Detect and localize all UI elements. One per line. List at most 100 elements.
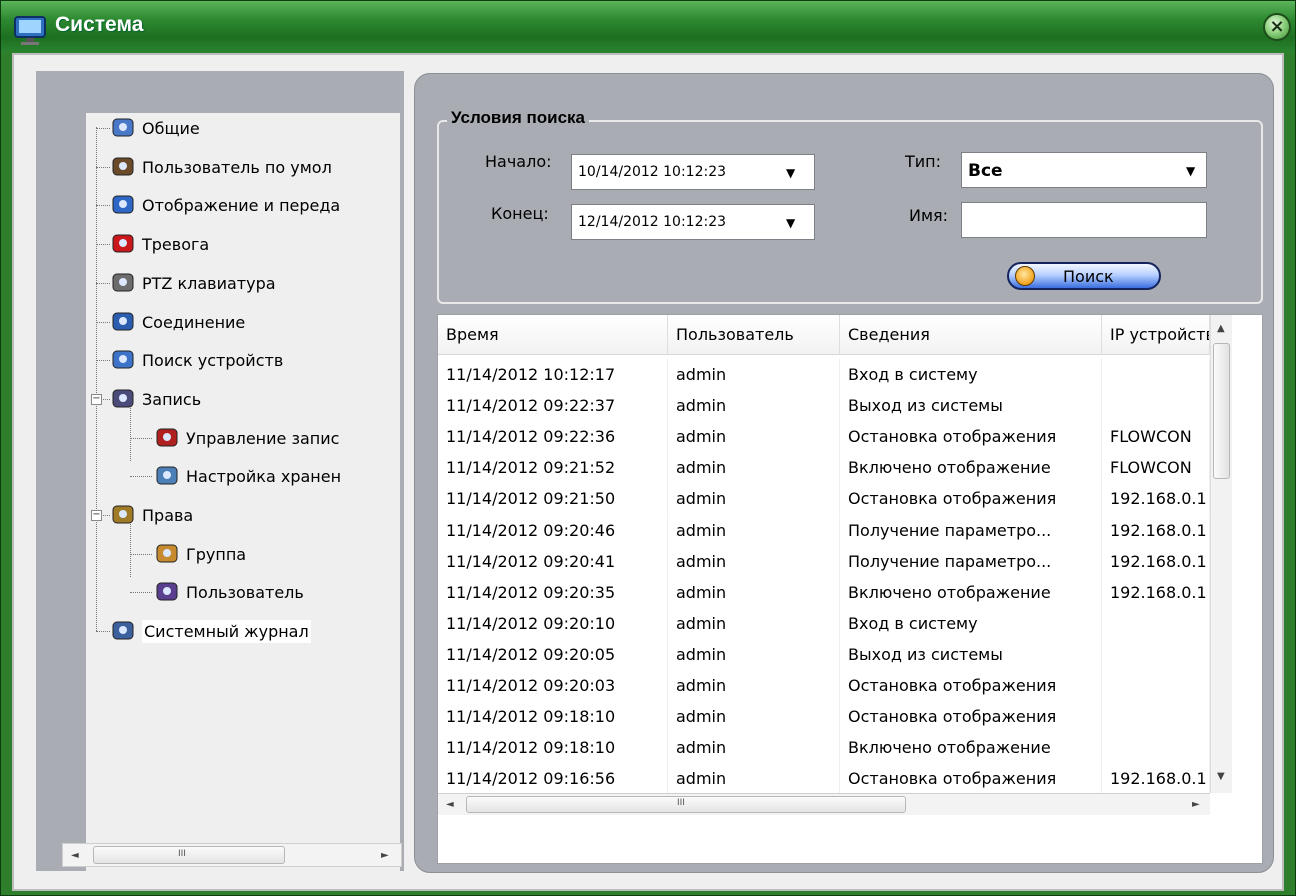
tree-connector xyxy=(130,554,152,555)
table-row[interactable]: 11/14/2012 09:20:35 admin Включено отображ… xyxy=(438,576,1210,608)
table-row[interactable]: 11/14/2012 09:22:37 admin Выход из системы xyxy=(438,390,1210,422)
table-cell: 11/14/2012 09:20:05 xyxy=(438,638,668,670)
table-cell: admin xyxy=(668,514,840,546)
close-button[interactable]: × xyxy=(1263,13,1291,41)
table-row[interactable]: 11/14/2012 09:18:10 admin Включено отображ… xyxy=(438,732,1210,764)
table-cell: Вход в систему xyxy=(840,359,1102,390)
scroll-left-arrow[interactable]: ◄ xyxy=(446,799,454,810)
tree-connector xyxy=(96,167,110,168)
type-select[interactable]: Все ▼ xyxy=(961,152,1207,188)
tree-item-general-settings[interactable]: Общие xyxy=(110,113,200,143)
table-row[interactable]: 11/14/2012 09:21:50 admin Остановка отобра… xyxy=(438,483,1210,515)
table-cell: admin xyxy=(668,421,840,453)
column-header[interactable]: IP устройства xyxy=(1102,315,1210,355)
search-button[interactable]: Поиск xyxy=(1007,262,1161,290)
name-label: Имя: xyxy=(909,206,949,225)
scroll-right-arrow[interactable]: ► xyxy=(381,850,389,861)
chevron-down-icon: ▼ xyxy=(786,166,796,180)
tree-item-group[interactable]: Группа xyxy=(154,539,246,569)
table-row[interactable]: 11/14/2012 09:20:05 admin Выход из системы xyxy=(438,638,1210,670)
column-header[interactable]: Сведения xyxy=(840,315,1102,355)
tree-horizontal-scrollbar[interactable]: ◄ III ► xyxy=(62,843,402,867)
title-bar[interactable]: Система × xyxy=(1,1,1295,53)
table-row[interactable]: 11/14/2012 10:12:17 admin Вход в систему xyxy=(438,359,1210,390)
log-table-vertical-scrollbar[interactable]: ▲ ▼ xyxy=(1210,315,1232,793)
table-row[interactable]: 11/14/2012 09:18:10 admin Остановка отобра… xyxy=(438,701,1210,733)
table-row[interactable]: 11/14/2012 09:16:56 admin Остановка отобра… xyxy=(438,763,1210,795)
table-cell xyxy=(1102,390,1210,422)
tree-item-default-user[interactable]: Пользователь по умол xyxy=(110,152,332,182)
table-row[interactable]: 11/14/2012 09:20:10 admin Вход в систему xyxy=(438,607,1210,639)
tree-item-label: Отображение и переда xyxy=(142,195,341,215)
scroll-down-arrow[interactable]: ▼ xyxy=(1217,771,1225,782)
log-panel: Условия поиска Начало: 10/14/2012 10:12:… xyxy=(414,73,1274,873)
table-row[interactable]: 11/14/2012 09:20:41 admin Получение параме… xyxy=(438,545,1210,577)
table-row[interactable]: 11/14/2012 09:22:36 admin Остановка отобра… xyxy=(438,421,1210,453)
horizontal-scroll-thumb[interactable]: III xyxy=(466,796,906,813)
column-header[interactable]: Время xyxy=(438,315,668,355)
table-cell: 192.168.0.1 xyxy=(1102,763,1210,795)
settings-tree-panel: Общие Пользователь по умол Отображение и п… xyxy=(36,71,404,877)
tree-item-label: Общие xyxy=(142,118,200,138)
table-row[interactable]: 11/14/2012 09:20:46 admin Получение параме… xyxy=(438,514,1210,546)
end-date-value: 12/14/2012 10:12:23 xyxy=(578,214,727,230)
start-label: Начало: xyxy=(485,152,552,171)
tree-item-alarm[interactable]: Тревога xyxy=(110,229,209,259)
system-window: Система × Общие Пользователь по умол Отобр… xyxy=(0,0,1296,896)
tree-connector xyxy=(96,322,110,323)
tree-item-label: Группа xyxy=(186,544,247,564)
table-cell: admin xyxy=(668,545,840,577)
table-cell: Остановка отображения xyxy=(840,421,1102,453)
window-title: Система xyxy=(55,13,144,36)
table-cell: Остановка отображения xyxy=(840,670,1102,701)
device-search-icon xyxy=(112,350,134,369)
log-table-horizontal-scrollbar[interactable]: ◄ III ► xyxy=(438,793,1210,815)
table-cell: 11/14/2012 09:20:35 xyxy=(438,576,668,608)
horizontal-scroll-thumb[interactable]: III xyxy=(93,846,285,864)
monitor-icon xyxy=(14,16,46,45)
table-cell: admin xyxy=(668,638,840,670)
table-cell: admin xyxy=(668,607,840,639)
name-input[interactable] xyxy=(961,202,1207,238)
tree-item-rights[interactable]: Права xyxy=(110,500,193,530)
table-cell: Вход в систему xyxy=(840,607,1102,639)
table-cell: admin xyxy=(668,576,840,608)
table-cell xyxy=(1102,359,1210,390)
type-label: Тип: xyxy=(905,152,942,171)
tree-item-system-log[interactable]: Системный журнал xyxy=(110,616,311,646)
tree-item-connection[interactable]: Соединение xyxy=(110,307,245,337)
tree-item-label: Соединение xyxy=(142,312,246,332)
tree-connector xyxy=(130,592,152,593)
table-cell: Выход из системы xyxy=(840,638,1102,670)
table-row[interactable]: 11/14/2012 09:21:52 admin Включено отображ… xyxy=(438,452,1210,484)
tree-collapse-toggle[interactable]: − xyxy=(91,510,102,521)
table-row[interactable]: 11/14/2012 09:20:03 admin Остановка отобра… xyxy=(438,670,1210,701)
table-cell xyxy=(1102,638,1210,670)
tree-item-record-control[interactable]: Управление запис xyxy=(154,423,339,453)
table-cell: 192.168.0.1 xyxy=(1102,514,1210,546)
table-cell: admin xyxy=(668,390,840,422)
tree-connector xyxy=(96,631,110,632)
table-cell: Остановка отображения xyxy=(840,483,1102,515)
tree-item-user[interactable]: Пользователь xyxy=(154,577,304,607)
scroll-left-arrow[interactable]: ◄ xyxy=(71,850,79,861)
tree-item-display[interactable]: Отображение и переда xyxy=(110,190,340,220)
table-cell: 192.168.0.1 xyxy=(1102,483,1210,515)
tree-item-label: Запись xyxy=(142,389,202,409)
tree-connector xyxy=(96,244,110,245)
end-date-picker[interactable]: 12/14/2012 10:12:23 ▼ xyxy=(571,204,815,240)
table-cell: FLOWCON xyxy=(1102,421,1210,453)
vertical-scroll-thumb[interactable] xyxy=(1213,343,1230,479)
start-date-picker[interactable]: 10/14/2012 10:12:23 ▼ xyxy=(571,154,815,190)
alarm-icon xyxy=(112,234,134,253)
settings-tree: Общие Пользователь по умол Отображение и п… xyxy=(62,113,402,877)
tree-item-recording[interactable]: Запись xyxy=(110,384,201,414)
tree-collapse-toggle[interactable]: − xyxy=(91,394,102,405)
column-header[interactable]: Пользователь xyxy=(668,315,840,355)
scroll-right-arrow[interactable]: ► xyxy=(1192,799,1200,810)
tree-item-device-search[interactable]: Поиск устройств xyxy=(110,345,283,375)
tree-item-ptz-keyboard[interactable]: PTZ клавиатура xyxy=(110,268,276,298)
scroll-up-arrow[interactable]: ▲ xyxy=(1217,323,1225,334)
tree-connector xyxy=(96,205,110,206)
tree-item-storage-settings[interactable]: Настройка хранен xyxy=(154,461,341,491)
